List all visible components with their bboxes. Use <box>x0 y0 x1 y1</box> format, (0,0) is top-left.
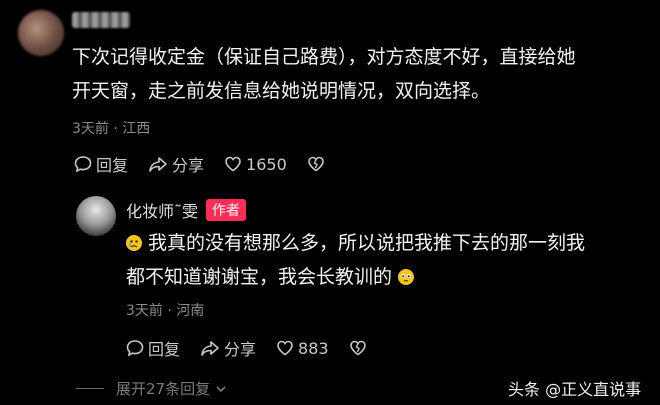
reply-meta: 3天前 · 河南 <box>126 303 205 319</box>
reply-text: 我真的没有想那么多，所以说把我推下去的那一刻我 都不知道谢谢宝，我会长教训的 <box>126 226 646 294</box>
share-button[interactable]: 分享 <box>148 152 204 176</box>
share-label: 分享 <box>224 340 257 359</box>
reply-share-button[interactable]: 分享 <box>200 336 256 360</box>
reply-actions: 回复 分享 883 <box>126 336 391 360</box>
reply-line-1: 我真的没有想那么多，所以说把我推下去的那一刻我 <box>126 226 646 260</box>
expand-label: 展开27条回复 <box>116 380 211 398</box>
reply-line-2: 都不知道谢谢宝，我会长教训的 <box>126 260 646 294</box>
comment-icon <box>74 156 92 173</box>
reply-like-button[interactable]: 883 <box>276 339 329 358</box>
watermark: 头条 @正义直说事 <box>508 380 642 399</box>
username-blurred[interactable] <box>72 12 130 28</box>
broken-heart-icon <box>349 340 366 356</box>
share-icon <box>201 341 219 356</box>
pleading-emoji-icon <box>398 269 415 285</box>
expand-replies[interactable]: 展开27条回复 <box>76 378 228 399</box>
reply-label: 回复 <box>96 156 129 175</box>
like-count: 1650 <box>246 154 287 174</box>
comment-text: 下次记得收定金（保证自己路费），对方态度不好，直接给她 开天窗，走之前发信息给她… <box>72 40 652 108</box>
avatar[interactable] <box>18 10 64 56</box>
author-badge: 作者 <box>206 199 247 221</box>
reply-avatar[interactable] <box>76 196 116 236</box>
share-label: 分享 <box>172 156 205 175</box>
comment-line-1: 下次记得收定金（保证自己路费），对方态度不好，直接给她 <box>72 46 576 68</box>
expand-divider <box>76 388 104 389</box>
like-count: 883 <box>298 338 329 358</box>
comment-icon <box>126 340 144 357</box>
heart-icon <box>225 156 241 172</box>
comment-meta: 3天前 · 江西 <box>72 121 151 137</box>
reply-username[interactable]: 化妆师˜雯 <box>126 198 198 222</box>
broken-heart-icon <box>307 156 324 172</box>
reply-dislike-button[interactable] <box>349 339 371 357</box>
reply-reply-button[interactable]: 回复 <box>126 336 180 360</box>
share-icon <box>149 157 167 172</box>
reply-header: 化妆师˜雯 作者 <box>126 198 247 222</box>
reply-label: 回复 <box>148 340 181 359</box>
dislike-button[interactable] <box>307 155 329 173</box>
like-button[interactable]: 1650 <box>224 155 287 174</box>
heart-icon <box>277 340 293 356</box>
reply-button[interactable]: 回复 <box>74 152 128 176</box>
chevron-down-icon <box>216 385 226 392</box>
comment-actions: 回复 分享 1650 <box>74 152 349 176</box>
crying-emoji-icon <box>126 235 142 251</box>
comment-line-2: 开天窗，走之前发信息给她说明情况，双向选择。 <box>72 80 491 102</box>
